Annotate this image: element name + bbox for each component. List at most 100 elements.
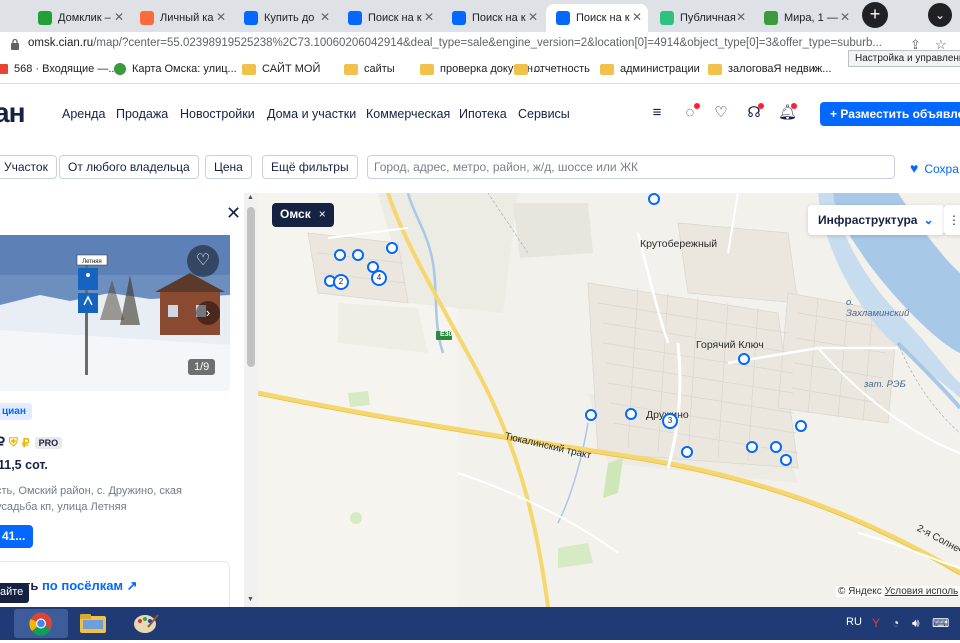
tab-close-icon[interactable]: ✕ — [632, 10, 642, 24]
browser-tab[interactable]: Публичная ✕ — [650, 4, 752, 32]
close-panel-icon[interactable]: ✕ — [226, 203, 241, 224]
scroll-up-arrow-icon[interactable]: ▲ — [247, 194, 254, 201]
map[interactable]: E30 Крутобережный Горячий Ключ Дружино Т… — [258, 193, 960, 607]
browser-tab[interactable]: Мира, 1 — ✕ — [754, 4, 856, 32]
tab-close-icon[interactable]: ✕ — [114, 10, 124, 24]
show-phone-button[interactable]: 41... — [0, 525, 33, 548]
bookmark-item[interactable]: 568 · Входящие —... — [0, 63, 118, 75]
scroll-thumb[interactable] — [247, 207, 255, 367]
new-tab-button[interactable]: + — [862, 2, 888, 28]
browser-tab[interactable]: Купить до ✕ — [234, 4, 336, 32]
bookmark-item[interactable]: САЙТ МОЙ — [242, 63, 320, 75]
language-indicator[interactable]: RU — [846, 616, 862, 628]
chat-icon[interactable]: ◌ — [681, 103, 700, 122]
browser-tab[interactable]: Личный ка ✕ — [130, 4, 232, 32]
infrastructure-button[interactable]: Инфраструктура ⌄ — [808, 205, 944, 235]
bookmark-item[interactable]: администрации — [600, 63, 700, 75]
browser-tab[interactable]: Поиск на к ✕ — [442, 4, 544, 32]
favorite-heart-icon[interactable]: ♡ — [187, 245, 219, 277]
price: ₽ — [0, 434, 5, 450]
listing-marker[interactable] — [681, 446, 693, 458]
nav-item[interactable]: Продажа — [116, 107, 168, 121]
keyboard-icon[interactable]: ⌨ — [932, 616, 949, 630]
tab-close-icon[interactable]: ✕ — [736, 10, 746, 24]
nav-item[interactable]: Аренда — [62, 107, 105, 121]
tab-favicon-icon — [660, 11, 674, 25]
nav-item[interactable]: Новостройки — [180, 107, 255, 121]
nav-item[interactable]: Коммерческая — [366, 107, 450, 121]
taskbar-paint[interactable] — [118, 609, 172, 638]
browser-tab[interactable]: Поиск на к ✕ — [338, 4, 440, 32]
tab-close-icon[interactable]: ✕ — [320, 10, 330, 24]
folder-icon — [80, 614, 106, 633]
taskbar-chrome[interactable] — [14, 609, 68, 638]
map-layers-icon[interactable]: ⋮ — [944, 205, 960, 235]
nav-item[interactable]: Ипотека — [459, 107, 507, 121]
location-search-input[interactable]: Город, адрес, метро, район, ж/д, шоссе и… — [367, 155, 895, 179]
cluster-marker[interactable]: 4 — [371, 270, 387, 286]
listing-marker[interactable] — [738, 353, 750, 365]
listing-marker[interactable] — [352, 249, 364, 261]
tab-favicon-icon — [556, 11, 570, 25]
lock-icon[interactable] — [10, 38, 20, 50]
copyright-text: © Яндекс — [838, 586, 882, 597]
object-type-filter[interactable]: Участок — [0, 155, 57, 179]
promo-link[interactable]: по посёлкам ↗ — [42, 578, 138, 593]
tab-title: Поиск на к — [576, 12, 630, 24]
listing-marker[interactable] — [648, 193, 660, 205]
listing-marker[interactable] — [770, 441, 782, 453]
save-search-label: Сохра — [924, 162, 959, 176]
label-zaton-reb: зат. РЭБ — [864, 379, 906, 390]
listing-marker[interactable] — [780, 454, 792, 466]
tab-close-icon[interactable]: ✕ — [424, 10, 434, 24]
save-search-button[interactable]: ♥ Сохра — [910, 160, 959, 176]
tab-title: Публичная — [680, 12, 736, 24]
search-area-chip[interactable]: айте — [0, 583, 30, 603]
listing-marker[interactable] — [334, 249, 346, 261]
scroll-down-arrow-icon[interactable]: ▼ — [247, 596, 254, 603]
listing-marker[interactable] — [386, 242, 398, 254]
taskbar-explorer[interactable] — [66, 609, 120, 638]
tab-search-button[interactable]: ⌄ — [928, 3, 952, 27]
cluster-marker[interactable]: 3 — [662, 413, 678, 429]
post-ad-button[interactable]: + Разместить объявление — [820, 102, 960, 126]
notifications-bell-icon[interactable]: 🔔︎ — [778, 103, 797, 122]
bookmark-item[interactable]: Карта Омска: улиц... — [114, 63, 237, 75]
address-bar: omsk.cian.ru/map/?center=55.023989195252… — [0, 32, 960, 58]
nav-item[interactable]: Дома и участки — [267, 107, 356, 121]
volume-icon[interactable]: 🔊︎ — [912, 616, 920, 631]
listing-marker[interactable] — [625, 408, 637, 420]
bookmark-item[interactable]: сайты — [344, 63, 395, 75]
cian-logo[interactable]: ан — [0, 97, 26, 129]
browser-tabstrip: Домклик – ✕ Личный ка ✕ Купить до ✕ Поиск на к… — [0, 0, 960, 32]
listing-marker[interactable] — [795, 420, 807, 432]
terms-link[interactable]: Условия исполь — [885, 586, 959, 597]
listing-marker[interactable] — [746, 441, 758, 453]
tab-close-icon[interactable]: ✕ — [216, 10, 226, 24]
owner-filter[interactable]: От любого владельца — [59, 155, 199, 179]
close-icon[interactable]: × — [319, 207, 326, 221]
yandex-icon[interactable]: Y — [872, 616, 880, 630]
more-bookmarks-icon[interactable]: » — [812, 63, 818, 75]
compare-icon[interactable]: ≡ — [648, 104, 666, 122]
promo-card[interactable]: скать по посёлкам ↗ — [0, 561, 230, 607]
listing-scrollbar[interactable]: ▲ ▼ — [244, 193, 258, 607]
browser-tab[interactable]: Домклик – ✕ — [28, 4, 130, 32]
price-filter[interactable]: Цена — [205, 155, 252, 179]
nav-item[interactable]: Сервисы — [518, 107, 570, 121]
bookmark-item[interactable]: отчетность — [514, 63, 590, 75]
listing-photo[interactable]: Летняя ♡ › 1/9 — [0, 235, 230, 391]
saved-search-icon[interactable]: ☊ — [745, 103, 764, 122]
chevron-right-icon[interactable]: › — [196, 301, 220, 325]
tab-close-icon[interactable]: ✕ — [528, 10, 538, 24]
network-icon[interactable]: ◔ — [892, 616, 899, 630]
favorites-heart-icon[interactable]: ♡ — [712, 104, 730, 122]
tab-title: Поиск на к — [368, 12, 422, 24]
listing-marker[interactable] — [585, 409, 597, 421]
url-field[interactable]: omsk.cian.ru/map/?center=55.023989195252… — [28, 37, 890, 49]
tab-close-icon[interactable]: ✕ — [840, 10, 850, 24]
city-filter-chip[interactable]: Омск × — [272, 203, 334, 227]
cluster-marker[interactable]: 2 — [333, 274, 349, 290]
browser-tab[interactable]: Поиск на к ✕ — [546, 4, 648, 32]
more-filters-button[interactable]: Ещё фильтры — [262, 155, 358, 179]
